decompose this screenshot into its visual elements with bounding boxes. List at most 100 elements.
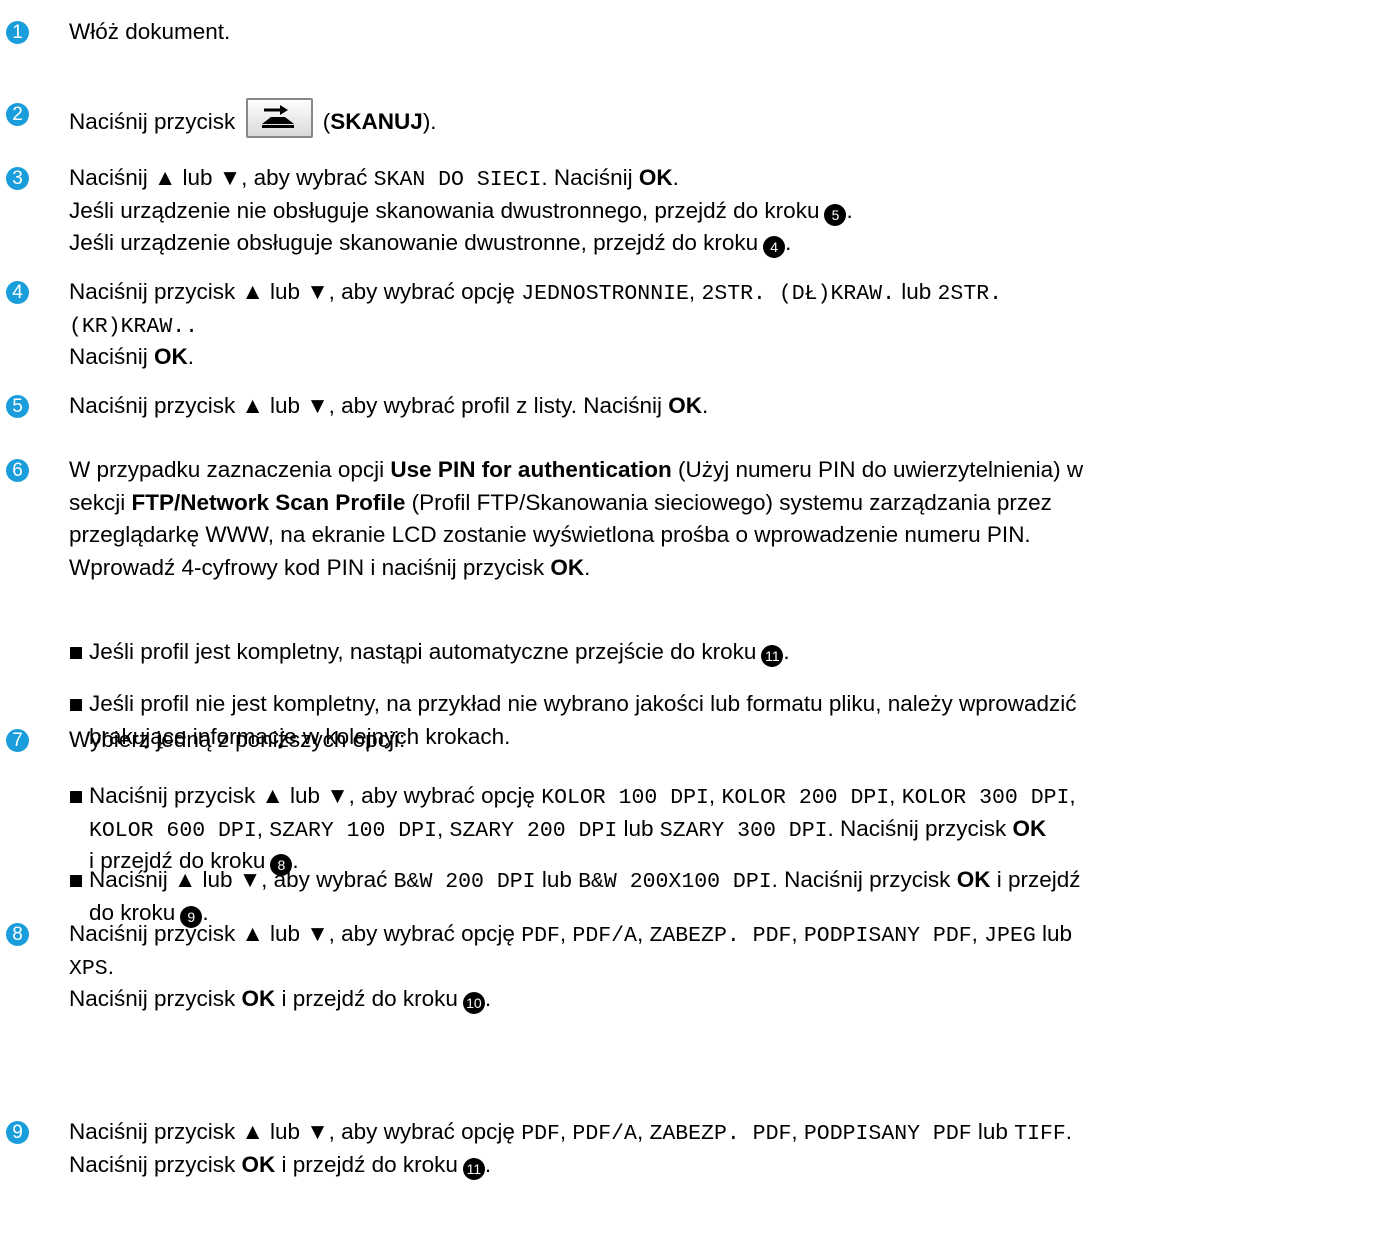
step-number-badge: 6 (6, 459, 29, 482)
step-ref-icon[interactable]: 5 (824, 203, 847, 226)
text-run: Naciśnij przycisk (69, 986, 242, 1011)
text-run: lub (894, 279, 938, 304)
bold-term: OK (638, 165, 673, 190)
bullet-square-icon (70, 699, 82, 711)
lcd-option-text: KOLOR 100 DPI (541, 786, 709, 810)
text-run: . Naciśnij (541, 165, 639, 190)
text-run: Jeśli profil nie jest kompletny, na przy… (89, 691, 1077, 716)
text-run: sekcji (69, 489, 132, 515)
step-number-badge: 4 (6, 281, 29, 304)
lcd-option-text: SZARY 100 DPI (269, 818, 437, 843)
bold-term: OK (241, 986, 276, 1011)
text-run: ). (422, 109, 437, 134)
scan-button-icon (245, 98, 313, 138)
step-number-badge: 5 (6, 395, 29, 418)
step-number-badge: 3 (6, 167, 29, 190)
lcd-option-text: PDF (521, 1122, 560, 1146)
step-text-line: przeglądarkę WWW, na ekranie LCD zostani… (69, 519, 1031, 552)
text-run: Naciśnij przycisk ▲ lub ▼, aby wybrać op… (69, 1119, 522, 1144)
text-run: . (187, 344, 195, 369)
lcd-option-text: JPEG (984, 924, 1036, 948)
text-run: . (785, 230, 792, 255)
step-ref-icon[interactable]: 4 (763, 236, 786, 258)
lcd-option-text: KOLOR 300 DPI (901, 786, 1070, 810)
text-run: Naciśnij (69, 344, 155, 369)
bullet-square-icon (70, 791, 82, 803)
step-number-badge: 2 (6, 103, 29, 126)
lcd-option-text: PDF (521, 924, 560, 948)
lcd-option-text: ZABEZP. PDF (649, 1122, 792, 1146)
bullet-text-line: Jeśli profil jest kompletny, nastąpi aut… (89, 636, 790, 669)
bullet-text-line: Naciśnij ▲ lub ▼, aby wybrać B&W 200 DPI… (89, 864, 1081, 899)
lcd-option-text: SZARY 200 DPI (449, 818, 618, 843)
text-run: , (559, 1119, 573, 1144)
text-run: ( (316, 109, 331, 134)
step-text-line: Naciśnij przycisk OK i przejdź do kroku 1… (69, 1149, 491, 1182)
text-run: , (636, 1119, 650, 1144)
step-text-line: sekcji FTP/Network Scan Profile (Profil … (69, 487, 1052, 520)
text-run: Naciśnij przycisk ▲ lub ▼, aby wybrać op… (69, 921, 522, 946)
step-text-line: Naciśnij przycisk ▲ lub ▼, aby wybrać op… (69, 1116, 1072, 1151)
text-run: , (791, 1119, 804, 1144)
lcd-option-text: ZABEZP. PDF (649, 924, 792, 948)
step-text-line: Jeśli urządzenie obsługuje skanowanie dw… (69, 227, 791, 260)
lcd-option-text: KOLOR 600 DPI (89, 818, 257, 843)
text-run: Naciśnij przycisk (69, 109, 242, 134)
text-run: Naciśnij ▲ lub ▼, aby wybrać (89, 867, 394, 892)
step-text-line: W przypadku zaznaczenia opcji Use PIN fo… (69, 454, 1083, 487)
lcd-option-text: B&W 200 DPI (393, 870, 536, 894)
text-run: , (436, 815, 450, 841)
step-text-line: Wprowadź 4-cyfrowy kod PIN i naciśnij pr… (69, 552, 590, 585)
text-run: Naciśnij ▲ lub ▼, aby wybrać (69, 165, 374, 190)
text-run: , (971, 921, 985, 946)
bold-term: SKANUJ (330, 109, 423, 134)
step-text-line: Naciśnij przycisk ▲ lub ▼, aby wybrać op… (69, 276, 1002, 311)
text-run: Włóż dokument. (69, 19, 231, 44)
lcd-option-text: B&W 200X100 DPI (578, 870, 772, 894)
text-run: (Profil FTP/Skanowania sieciowego) syste… (405, 489, 1052, 515)
text-run: . Naciśnij przycisk (771, 867, 957, 892)
lcd-option-text: PODPISANY PDF (803, 1122, 972, 1146)
lcd-option-text: PDF/A (572, 924, 637, 948)
text-run: lub (971, 1119, 1015, 1144)
text-run: , (688, 279, 702, 304)
text-run: , (889, 783, 902, 808)
text-run: Jeśli urządzenie obsługuje skanowanie dw… (69, 230, 759, 255)
text-run: , (559, 921, 573, 946)
step-text-line: Naciśnij przycisk ▲ lub ▼, aby wybrać pr… (69, 390, 708, 423)
text-run: . (107, 953, 114, 979)
bold-term: Use PIN for authentication (390, 457, 672, 482)
step-number-badge: 7 (6, 729, 29, 752)
step-ref-icon[interactable]: 11 (462, 1157, 485, 1180)
text-run: . (584, 554, 591, 580)
step-text-line: Naciśnij OK. (69, 341, 194, 374)
text-run: Naciśnij przycisk ▲ lub ▼, aby wybrać op… (89, 783, 542, 808)
text-run: . (672, 165, 679, 190)
bullet-text-line: Naciśnij przycisk ▲ lub ▼, aby wybrać op… (89, 780, 1076, 815)
text-run: lub (617, 815, 660, 841)
bullet-text-line: Jeśli profil nie jest kompletny, na przy… (89, 688, 1077, 721)
text-run: W przypadku zaznaczenia opcji (69, 457, 391, 482)
lcd-option-text: TIFF (1014, 1122, 1066, 1146)
lcd-option-text: JEDNOSTRONNIE (521, 282, 689, 306)
text-run: i przejdź do kroku (275, 986, 458, 1011)
text-run: Wprowadź 4-cyfrowy kod PIN i naciśnij pr… (69, 554, 551, 580)
text-run: lub (535, 867, 579, 892)
text-run: Naciśnij przycisk ▲ lub ▼, aby wybrać op… (69, 279, 522, 304)
bold-term: OK (1012, 815, 1047, 841)
text-run: . (846, 197, 853, 223)
text-run: , (256, 815, 270, 841)
step-text-line: Naciśnij przycisk (SKANUJ). (69, 98, 437, 139)
step-number-badge: 9 (6, 1121, 29, 1144)
lcd-option-text: SKAN DO SIECI (373, 168, 542, 192)
bullet-text-line: KOLOR 600 DPI, SZARY 100 DPI, SZARY 200 … (89, 813, 1046, 848)
bold-term: OK (154, 344, 188, 369)
text-run: . (702, 393, 709, 418)
step-ref-icon[interactable]: 10 (462, 992, 485, 1014)
text-run: , (636, 921, 650, 946)
lcd-option-text: (KR)KRAW.. (69, 314, 199, 339)
text-run: Wybierz jedną z poniższych opcji: (69, 727, 406, 752)
text-run: Jeśli urządzenie nie obsługuje skanowani… (69, 197, 820, 223)
step-ref-icon[interactable]: 11 (761, 645, 784, 667)
lcd-option-text: PDF/A (572, 1122, 637, 1146)
